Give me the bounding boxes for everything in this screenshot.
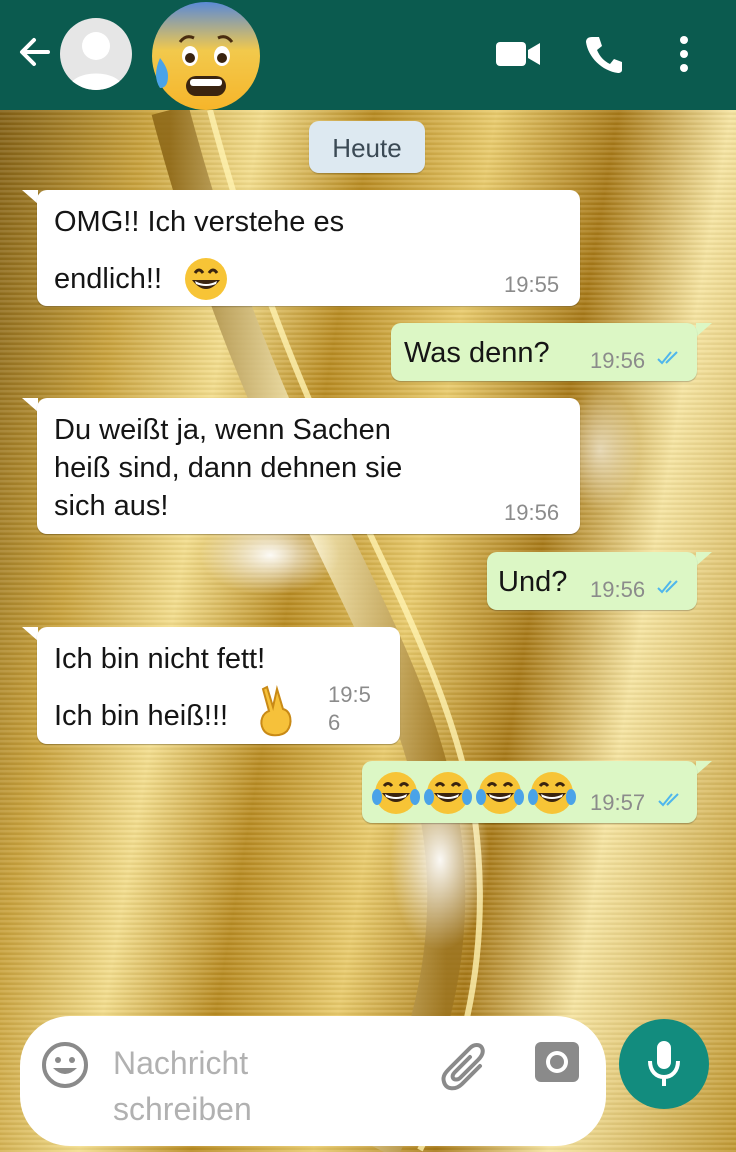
message-outgoing[interactable]: 19:57: [362, 761, 697, 823]
message-text: Ich bin nicht fett!: [54, 643, 266, 675]
chat-header: [0, 0, 736, 110]
mic-icon: [648, 1041, 680, 1086]
read-ticks-icon: [657, 351, 678, 365]
phone-icon[interactable]: [584, 34, 624, 74]
message-time: 19:56: [504, 500, 560, 525]
date-chip: Heute: [309, 121, 425, 173]
message-text: heiß sind, dann dehnen sie: [54, 452, 403, 484]
message-time: 6: [328, 710, 341, 735]
arrow-left-icon[interactable]: [18, 32, 52, 72]
message-text: Ich bin heiß!!!: [54, 700, 229, 732]
message-text: Und?: [498, 566, 568, 598]
grinning-face-emoji: [185, 258, 227, 300]
message-time: 19:57: [590, 790, 646, 815]
message-text: sich aus!: [54, 490, 169, 522]
bubble-tail: [22, 190, 38, 204]
victory-hand-emoji: [260, 685, 292, 737]
message-outgoing[interactable]: Und? 19:56: [487, 552, 697, 610]
attach-icon[interactable]: [440, 1036, 490, 1092]
message-incoming[interactable]: Du weißt ja, wenn Sachen heiß sind, dann…: [37, 398, 580, 534]
message-input-placeholder[interactable]: Nachricht schreiben: [113, 1040, 252, 1132]
bubble-tail: [696, 323, 712, 337]
avatar[interactable]: [60, 18, 132, 90]
default-avatar-icon: [68, 32, 124, 90]
message-time: 19:56: [590, 577, 646, 602]
message-composer[interactable]: Nachricht schreiben: [20, 1016, 606, 1146]
message-text: endlich!!: [54, 263, 163, 295]
bubble-tail: [696, 552, 712, 566]
bubble-tail: [696, 761, 712, 775]
message-outgoing[interactable]: Was denn? 19:56: [391, 323, 697, 381]
bubble-tail: [22, 398, 38, 412]
message-text: Du weißt ja, wenn Sachen: [54, 414, 391, 446]
more-vert-icon[interactable]: [674, 34, 694, 74]
message-time: 19:55: [504, 272, 560, 297]
message-text: OMG!! Ich verstehe es: [54, 206, 345, 238]
emoji-icon[interactable]: [40, 1040, 90, 1090]
message-incoming[interactable]: OMG!! Ich verstehe es endlich!! 19:55: [37, 190, 580, 306]
date-chip-label: Heute: [332, 133, 402, 163]
message-time: 19:56: [590, 348, 646, 373]
message-text: Was denn?: [404, 337, 550, 369]
message-time: 19:5: [328, 682, 371, 707]
bubble-tail: [22, 627, 38, 641]
tears-of-joy-emojis: [372, 770, 578, 816]
voice-message-button[interactable]: [619, 1019, 709, 1109]
anxious-face-emoji: [152, 2, 260, 110]
camera-icon[interactable]: [532, 1038, 582, 1086]
read-ticks-icon: [658, 793, 679, 807]
message-incoming[interactable]: Ich bin nicht fett! Ich bin heiß!!! 19:5…: [37, 627, 400, 744]
read-ticks-icon: [657, 580, 678, 594]
video-call-icon[interactable]: [494, 38, 542, 70]
